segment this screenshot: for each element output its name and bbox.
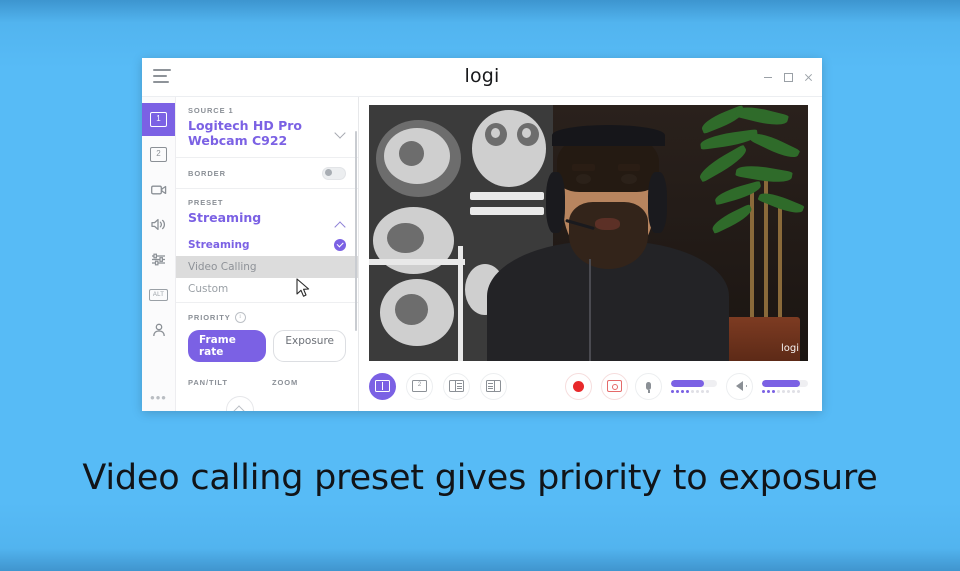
settings-panel: SOURCE 1 Logitech HD Pro Webcam C922 BOR… [176, 97, 359, 411]
source-section: SOURCE 1 Logitech HD Pro Webcam C922 [176, 97, 358, 158]
preset-label: PRESET [188, 197, 224, 207]
speaker-level-dots [762, 389, 808, 393]
person-icon [152, 323, 165, 336]
camera-icon [150, 185, 166, 194]
window-title-bar: logi [142, 58, 822, 97]
alt-key-icon: ALT [148, 288, 169, 301]
record-dot-icon [573, 380, 584, 392]
preset-option-label: Streaming [188, 238, 250, 251]
screenshot-root: logi 1 2 ALT ••• SOURCE 1 Logitech HD Pr… [0, 0, 960, 571]
speaker-button[interactable] [726, 372, 753, 400]
mic-level-slider[interactable] [671, 379, 717, 393]
priority-frame-rate-button[interactable]: Frame rate [188, 329, 267, 362]
view-secondary-button[interactable]: 2 [406, 372, 433, 400]
border-toggle[interactable] [322, 166, 346, 180]
caption-text: Video calling preset gives priority to e… [82, 458, 878, 498]
priority-options: Frame rate Exposure [188, 329, 346, 362]
capture-group [565, 372, 628, 400]
person-subject [487, 105, 730, 361]
close-button[interactable] [798, 58, 818, 96]
preset-selector[interactable]: Streaming [188, 207, 346, 230]
source-value: Logitech HD Pro Webcam C922 [188, 118, 303, 148]
audio-levels-group [635, 372, 808, 400]
mic-level-dots [671, 389, 717, 393]
window-controls [758, 58, 818, 96]
preview-area: logi 2 [359, 97, 822, 411]
microphone-button[interactable] [635, 372, 662, 400]
source-label: SOURCE 1 [188, 106, 234, 115]
preset-option-label: Custom [188, 282, 229, 295]
headset-earcup-right [647, 171, 667, 233]
source-2-icon: 2 [150, 147, 167, 162]
rail-item-audio[interactable] [142, 208, 175, 241]
mouse-cursor [296, 278, 310, 297]
check-icon [334, 238, 346, 251]
info-icon[interactable]: i [234, 311, 246, 323]
pan-tilt-label: PAN/TILT [188, 377, 228, 387]
border-section: BORDER [176, 158, 358, 189]
preset-option-label: Video Calling [188, 260, 257, 273]
preset-option-streaming[interactable]: Streaming [176, 234, 358, 256]
headset-band-icon [551, 125, 665, 146]
source-selector[interactable]: Logitech HD Pro Webcam C922 [188, 115, 346, 149]
preset-value: Streaming [188, 209, 262, 225]
view-split-right-icon [486, 380, 501, 392]
chevron-down-icon[interactable] [335, 127, 346, 138]
video-preview[interactable]: logi [369, 105, 808, 361]
rail-item-profile[interactable] [142, 313, 175, 346]
view-mode-group: 2 [369, 372, 507, 400]
view-split-left-icon [449, 380, 464, 392]
zoom-label: ZOOM [272, 377, 299, 387]
border-label: BORDER [188, 168, 226, 178]
rail-item-source-2[interactable]: 2 [142, 138, 175, 171]
maximize-button[interactable] [778, 58, 798, 96]
video-watermark: logi [780, 343, 799, 354]
panel-scrollbar[interactable] [355, 131, 357, 331]
priority-section: PRIORITY i Frame rate Exposure [176, 303, 358, 370]
rail-item-mixer[interactable] [142, 243, 175, 276]
priority-exposure-button[interactable]: Exposure [273, 329, 346, 362]
bottom-toolbar: 2 [359, 361, 822, 411]
priority-label: PRIORITY [188, 312, 231, 322]
speaker-icon [150, 218, 165, 231]
video-preview-wrapper: logi [359, 97, 822, 361]
speaker-level-slider[interactable] [762, 379, 808, 393]
logitech-capture-window: logi 1 2 ALT ••• SOURCE 1 Logitech HD Pr… [142, 58, 822, 411]
view-single-icon [375, 380, 390, 392]
source-1-icon: 1 [150, 112, 167, 127]
record-button[interactable] [565, 372, 592, 400]
view-secondary-icon: 2 [412, 380, 427, 392]
ptz-section: PAN/TILT ZOOM [176, 370, 358, 387]
preset-option-video-calling[interactable]: Video Calling [176, 255, 358, 278]
microphone-icon [646, 382, 651, 393]
pan-tilt-dial[interactable] [226, 396, 254, 411]
rail-more-icon[interactable]: ••• [142, 391, 175, 404]
camera-icon [607, 380, 622, 392]
person-beard [568, 202, 648, 269]
rail-item-source-1[interactable]: 1 [142, 103, 175, 136]
rail-item-camera[interactable] [142, 173, 175, 206]
minimize-button[interactable] [758, 58, 778, 96]
left-icon-rail: 1 2 ALT ••• [142, 97, 176, 411]
preset-option-custom[interactable]: Custom [176, 278, 358, 300]
view-single-button[interactable] [369, 372, 396, 400]
app-brand-logo: logi [464, 65, 500, 87]
speaker-icon [736, 381, 747, 391]
view-split-right-button[interactable] [480, 372, 507, 400]
headset-cord [589, 258, 592, 361]
chevron-up-icon[interactable] [335, 219, 346, 230]
rail-item-alt[interactable]: ALT [142, 278, 175, 311]
preset-section: PRESET Streaming [176, 189, 358, 234]
toggle-knob-icon [324, 169, 332, 176]
plant-pot [722, 317, 800, 361]
view-split-left-button[interactable] [443, 372, 470, 400]
mixer-icon [151, 253, 165, 266]
snapshot-button[interactable] [601, 372, 628, 400]
window-body: 1 2 ALT ••• SOURCE 1 Logitech HD Pro Web… [142, 97, 822, 411]
headset-earcup-left [545, 171, 565, 233]
preset-options-list: Streaming Video Calling Custom [176, 234, 358, 303]
